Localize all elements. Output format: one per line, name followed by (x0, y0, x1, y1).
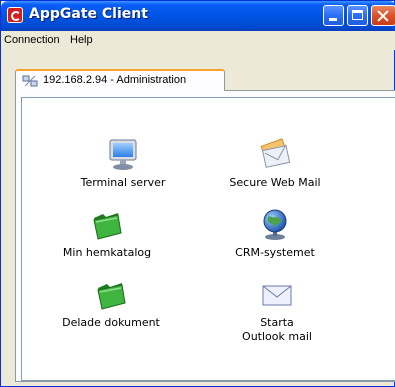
green-folder-icon (93, 213, 122, 240)
globe-icon (263, 209, 287, 240)
application-list: Terminal server Secure Web Mail Min hemk… (21, 97, 395, 381)
close-button[interactable] (371, 5, 395, 26)
tab-panel: Terminal server Secure Web Mail Min hemk… (15, 90, 395, 382)
green-folder-icon (97, 283, 126, 310)
app-starta-outlook-mail[interactable]: Starta Outlook mail (222, 278, 332, 344)
app-label: CRM-systemet (235, 246, 315, 259)
maximize-button[interactable] (347, 5, 368, 26)
app-min-hemkatalog[interactable]: Min hemkatalog (52, 208, 162, 260)
app-crm-systemet[interactable]: CRM-systemet (220, 208, 330, 260)
appgate-logo-icon (7, 7, 23, 23)
window-title: AppGate Client (29, 6, 148, 22)
app-label-line2: Outlook mail (242, 330, 312, 343)
app-label: Min hemkatalog (62, 246, 152, 259)
envelope-icon (262, 285, 292, 306)
title-bar[interactable]: AppGate Client (1, 1, 395, 31)
app-label: Delade dokument (62, 316, 160, 329)
menu-help[interactable]: Help (70, 34, 93, 46)
app-label: Secure Web Mail (229, 176, 321, 189)
tab-administration[interactable]: 192.168.2.94 - Administration (15, 69, 225, 91)
secure-envelope-icon (260, 138, 291, 168)
app-window: AppGate Client Connection Help 192.168.2… (0, 0, 395, 387)
app-label-line1: Starta (260, 316, 294, 329)
app-label: Terminal server (80, 176, 166, 189)
tab-label: 192.168.2.94 - Administration (43, 74, 187, 86)
menu-connection[interactable]: Connection (4, 34, 60, 46)
network-connection-icon (22, 75, 38, 87)
monitor-icon (109, 139, 137, 170)
app-terminal-server[interactable]: Terminal server (68, 138, 178, 190)
app-secure-web-mail[interactable]: Secure Web Mail (215, 138, 335, 190)
minimize-button[interactable] (323, 5, 344, 26)
menu-bar: Connection Help (1, 31, 395, 50)
app-delade-dokument[interactable]: Delade dokument (51, 278, 171, 330)
